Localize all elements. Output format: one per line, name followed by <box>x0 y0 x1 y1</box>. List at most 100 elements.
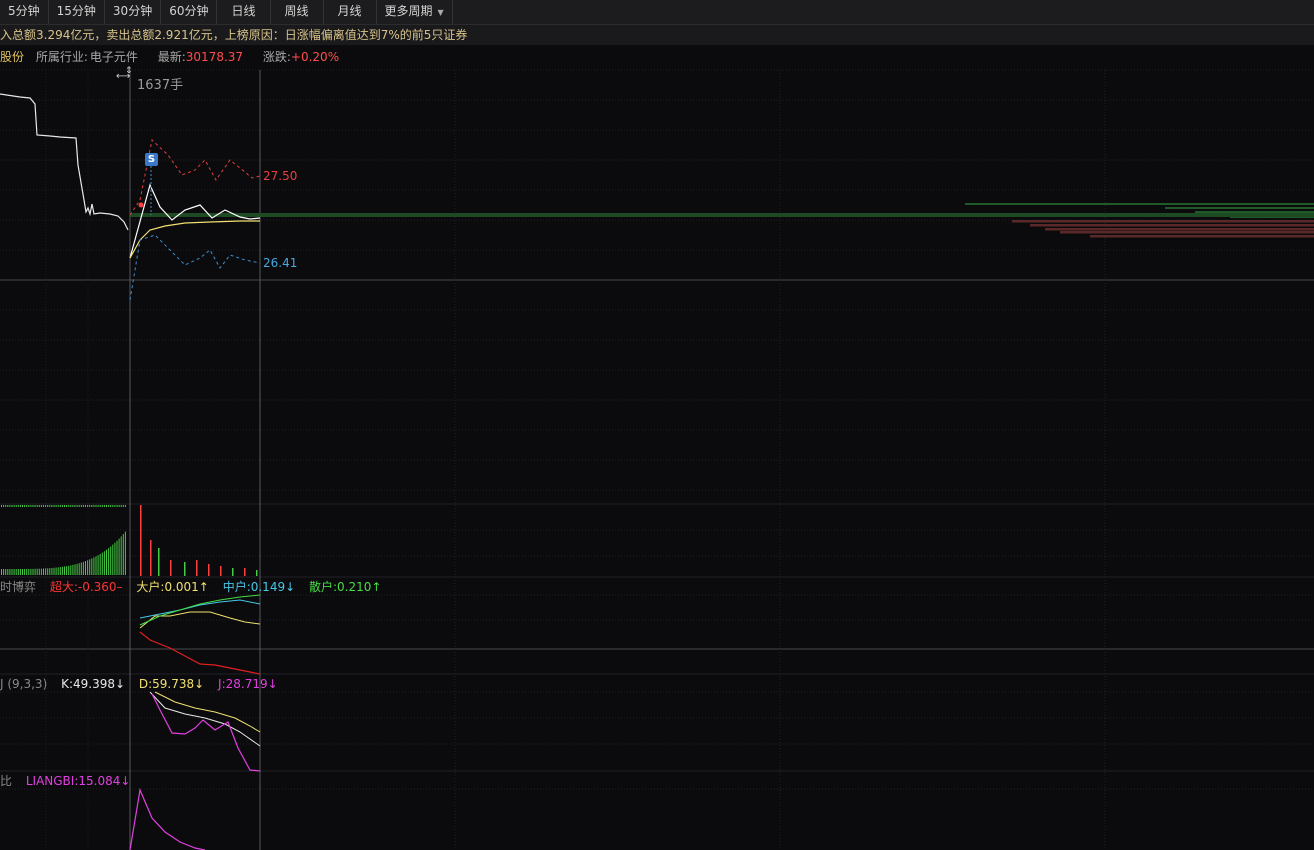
price-line-previous <box>0 93 129 231</box>
volume-bar-top <box>49 505 51 507</box>
expand-horizontal-icon[interactable]: ⟷ <box>116 71 130 83</box>
volume-bar <box>208 564 210 576</box>
volume-bar <box>66 566 68 575</box>
band-low-label: 26.41 <box>263 256 298 270</box>
volume-bar <box>97 555 99 575</box>
volume-bar <box>26 568 28 575</box>
volume-bar <box>19 568 21 575</box>
depth-bar-sell <box>1060 231 1314 234</box>
avg-line <box>129 220 260 259</box>
volume-bar <box>11 568 13 575</box>
volume-bar <box>87 560 89 575</box>
volume-bar <box>106 549 107 575</box>
volume-bar <box>51 567 53 575</box>
volume-bar-top <box>40 505 42 507</box>
volume-bar-top <box>91 505 93 507</box>
volume-bar-top <box>24 505 26 507</box>
volume-bar <box>1 569 2 575</box>
volume-bar-top <box>72 505 74 507</box>
depth-bar-buy <box>965 203 1314 205</box>
volume-bar <box>24 568 26 575</box>
liangbi-name[interactable]: 比 <box>0 774 12 788</box>
volume-bar <box>122 534 124 575</box>
volume-bar-top <box>64 505 65 507</box>
volume-bar <box>112 544 114 575</box>
volume-bar <box>5 568 7 575</box>
volume-bar <box>59 567 61 575</box>
volume-bar-top <box>120 505 122 507</box>
kdj-j-line <box>151 693 261 772</box>
volume-bar <box>7 568 9 575</box>
medium-line <box>139 599 261 619</box>
depth-bar-sell <box>1090 235 1314 238</box>
volume-bar-top <box>59 505 61 507</box>
volume-bar-top <box>74 505 76 507</box>
volume-bar <box>55 567 57 575</box>
volume-bar-top <box>101 505 103 507</box>
volume-bar <box>28 568 30 575</box>
volume-bar <box>196 560 198 576</box>
fund-flow-name[interactable]: 时博弈 <box>0 580 36 594</box>
depth-bar-sell <box>1030 224 1314 227</box>
volume-bar-top <box>9 505 11 507</box>
volume-bar <box>93 557 95 575</box>
volume-bar <box>32 568 34 575</box>
kdj-name[interactable]: J (9,3,3) <box>0 677 47 691</box>
depth-bar-buy <box>1195 211 1314 213</box>
volume-bar <box>108 548 110 575</box>
signal-dot <box>138 202 144 208</box>
volume-bar <box>220 566 222 576</box>
chart-canvas[interactable] <box>0 0 1314 850</box>
volume-bar <box>9 568 11 575</box>
volume-bar-top <box>108 505 110 507</box>
volume-bar-top <box>78 505 80 507</box>
band-high-label: 27.50 <box>263 169 298 183</box>
super-large-value: 超大:-0.360– <box>49 580 123 594</box>
kdj-k-value: K:49.398↓ <box>61 677 126 691</box>
volume-bar-top <box>7 505 9 507</box>
volume-bar <box>78 563 80 575</box>
volume-bar <box>91 558 93 575</box>
volume-bar <box>82 561 84 575</box>
volume-bar-top <box>99 505 101 507</box>
volume-bar <box>124 531 126 575</box>
volume-bar <box>61 566 63 575</box>
retail-line <box>139 594 261 626</box>
volume-bar <box>3 569 5 575</box>
volume-bar-top <box>3 505 5 507</box>
volume-bar <box>150 540 152 576</box>
volume-bar-top <box>32 505 34 507</box>
volume-bar <box>15 568 17 575</box>
volume-bar-top <box>30 505 32 507</box>
volume-bar-top <box>114 505 116 507</box>
volume-bar <box>170 560 172 576</box>
volume-bar <box>232 568 234 576</box>
sell-signal-badge[interactable]: S <box>145 153 158 166</box>
volume-bar <box>85 561 86 575</box>
liangbi-line <box>129 787 206 850</box>
volume-bar-top <box>55 505 57 507</box>
volume-bar-top <box>57 505 59 507</box>
volume-bar-top <box>36 505 38 507</box>
volume-bar <box>40 568 42 575</box>
volume-bar-top <box>85 505 86 507</box>
volume-bar <box>116 540 118 575</box>
volume-bar <box>13 568 15 575</box>
volume-bar-top <box>97 505 99 507</box>
volume-bar-top <box>118 505 120 507</box>
volume-bar <box>53 567 55 575</box>
volume-bar <box>36 568 38 575</box>
volume-bar <box>184 562 186 576</box>
volume-bar <box>74 564 76 575</box>
volume-bar <box>244 568 246 576</box>
volume-bar <box>120 536 122 575</box>
liangbi-header: 比 LIANGBI:15.084↓ <box>0 772 1314 790</box>
super-large-line <box>139 631 261 675</box>
volume-bar <box>101 552 103 575</box>
volume-bar-top <box>80 505 82 507</box>
volume-bar <box>118 538 120 575</box>
order-depth-bars <box>130 203 1314 238</box>
volume-bar <box>64 566 65 575</box>
volume-bar-top <box>34 505 36 507</box>
kdj-d-value: D:59.738↓ <box>138 677 205 691</box>
